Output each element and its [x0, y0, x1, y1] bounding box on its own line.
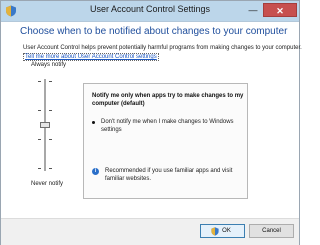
page-title: Choose when to be notified about changes…: [20, 26, 288, 37]
info-icon: i: [92, 168, 99, 175]
ok-button[interactable]: OK: [200, 224, 245, 238]
recommendation-text: Recommended if you use familiar apps and…: [105, 168, 233, 182]
bullet-icon: [92, 121, 95, 124]
learn-more-link[interactable]: Tell me more about User Account Control …: [23, 53, 159, 61]
cancel-button[interactable]: Cancel: [249, 224, 294, 238]
title-bar[interactable]: User Account Control Settings — ✕: [1, 1, 299, 22]
slider-tick: [38, 110, 41, 111]
bullet-text: Don't notify me when I make changes to W…: [101, 119, 234, 133]
dialog-content: Choose when to be notified about changes…: [1, 22, 302, 218]
panel-title: Notify me only when apps try to make cha…: [92, 93, 244, 107]
minimize-button[interactable]: —: [244, 3, 262, 17]
uac-shield-icon: [211, 227, 219, 236]
slider-thumb[interactable]: [40, 121, 50, 128]
description-text: User Account Control helps prevent poten…: [23, 45, 302, 51]
slider-bottom-label: Never notify: [31, 181, 64, 187]
slider-top-label: Always notify: [31, 62, 67, 68]
slider-tick: [49, 168, 52, 169]
slider-tick: [38, 81, 41, 82]
slider-tick: [49, 110, 52, 111]
dialog-footer: OK Cancel: [1, 218, 299, 245]
close-button[interactable]: ✕: [263, 3, 297, 17]
slider-tick: [38, 168, 41, 169]
slider-tick: [38, 139, 41, 140]
slider-tick: [49, 139, 52, 140]
ok-button-label: OK: [222, 228, 231, 234]
slider-tick: [49, 81, 52, 82]
notification-level-slider[interactable]: [36, 77, 54, 175]
uac-settings-window: User Account Control Settings — ✕ Choose…: [0, 0, 302, 245]
setting-description-panel: Notify me only when apps try to make cha…: [83, 83, 248, 199]
